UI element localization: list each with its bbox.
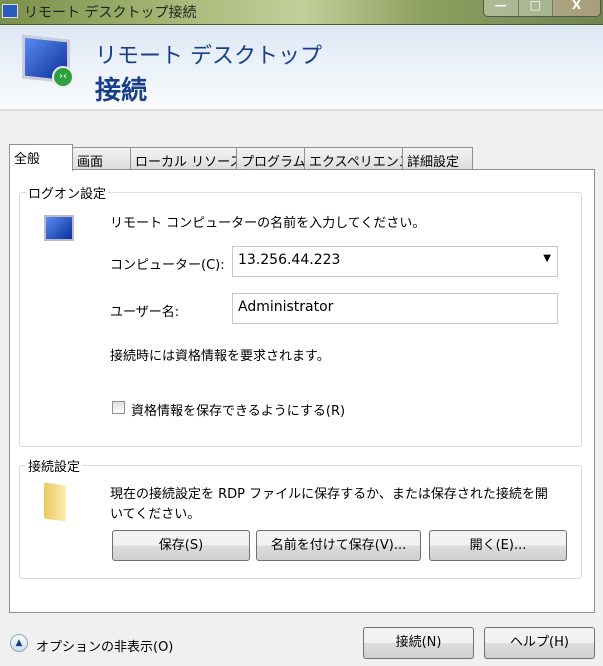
header-title: リモート デスクトップ (95, 44, 322, 69)
maximize-button[interactable]: □ (519, 0, 554, 16)
help-button[interactable]: ヘルプ(H) (484, 627, 595, 659)
dropdown-arrow-icon[interactable]: ▼ (543, 253, 551, 264)
app-icon (2, 4, 18, 18)
connection-settings-legend: 接続設定 (26, 456, 83, 475)
computer-label: コンピューター(C): (110, 258, 225, 273)
connect-arrows-icon: ›‹ (52, 66, 74, 88)
computer-icon (44, 215, 74, 241)
username-input[interactable]: Administrator (232, 293, 558, 324)
window-controls: — □ X (483, 0, 601, 17)
header-banner: ›‹ リモート デスクトップ 接続 (0, 25, 603, 111)
logon-settings-legend: ログオン設定 (26, 183, 109, 202)
save-as-button[interactable]: 名前を付けて保存(V)... (256, 530, 421, 561)
folder-icon (44, 482, 66, 522)
logon-settings-group: ログオン設定 リモート コンピューターの名前を入力してください。 コンピューター… (19, 183, 582, 447)
window-title: リモート デスクトップ接続 (24, 5, 197, 21)
computer-combobox[interactable]: 13.256.44.223 ▼ (232, 246, 558, 277)
save-button[interactable]: 保存(S) (112, 530, 250, 561)
close-button[interactable]: X (553, 0, 600, 16)
computer-value: 13.256.44.223 (238, 252, 341, 268)
connection-description: 現在の接続設定を RDP ファイルに保存するか、または保存された接続を開いてくだ… (110, 487, 548, 522)
connection-settings-group: 接続設定 現在の接続設定を RDP ファイルに保存するか、または保存された接続を… (19, 456, 582, 579)
tab-advanced[interactable]: 詳細設定 (402, 147, 473, 170)
title-bar: リモート デスクトップ接続 — □ X (0, 0, 603, 25)
connect-button[interactable]: 接続(N) (363, 627, 474, 659)
collapse-options-icon[interactable]: ▲ (10, 634, 28, 652)
tab-panel-general: ログオン設定 リモート コンピューターの名前を入力してください。 コンピューター… (9, 169, 595, 613)
username-label: ユーザー名: (110, 305, 180, 320)
save-credentials-label[interactable]: 資格情報を保存できるようにする(R) (131, 400, 345, 419)
tab-programs[interactable]: プログラム (236, 147, 306, 170)
tab-local-resources[interactable]: ローカル リソース (130, 147, 242, 170)
save-credentials-checkbox[interactable] (112, 401, 125, 414)
open-button[interactable]: 開く(E)... (429, 530, 567, 561)
hide-options-link[interactable]: オプションの非表示(O) (36, 636, 173, 655)
tab-experience[interactable]: エクスペリエンス (304, 147, 411, 170)
header-subtitle: 接続 (95, 76, 148, 106)
credentials-note: 接続時には資格情報を要求されます。 (110, 349, 330, 364)
tab-general[interactable]: 全般 (9, 144, 73, 171)
logon-instruction: リモート コンピューターの名前を入力してください。 (110, 216, 426, 231)
minimize-button[interactable]: — (484, 0, 519, 16)
tab-display[interactable]: 画面 (72, 147, 131, 170)
